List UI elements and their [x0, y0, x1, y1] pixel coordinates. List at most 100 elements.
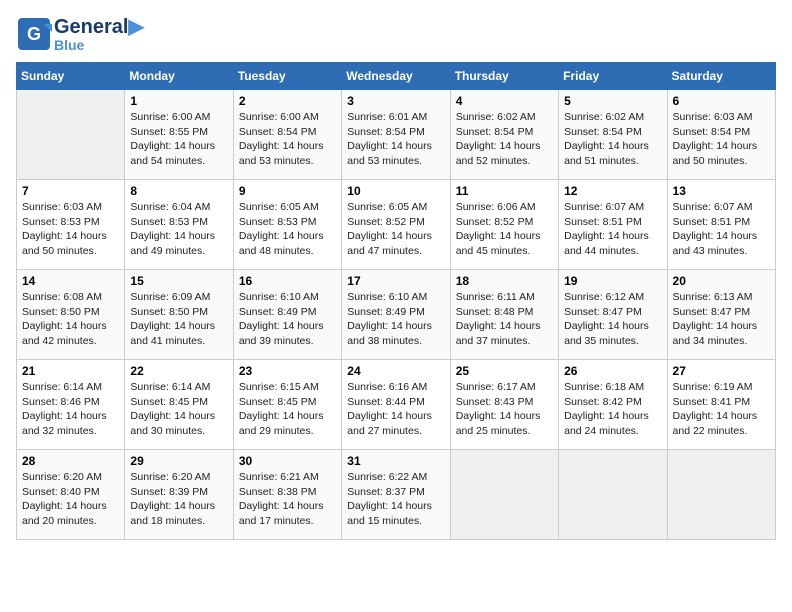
calendar-cell: 4 Sunrise: 6:02 AMSunset: 8:54 PMDaylight… — [450, 90, 558, 180]
col-tuesday: Tuesday — [233, 63, 341, 90]
day-info: Sunrise: 6:14 AMSunset: 8:45 PMDaylight:… — [130, 380, 227, 439]
calendar-cell: 11Sunrise: 6:06 AMSunset: 8:52 PMDayligh… — [450, 180, 558, 270]
day-info: Sunrise: 6:13 AMSunset: 8:47 PMDaylight:… — [673, 290, 770, 349]
day-number: 12 — [564, 184, 661, 198]
day-info: Sunrise: 6:03 AMSunset: 8:54 PMDaylight:… — [673, 110, 770, 169]
calendar-cell: 9Sunrise: 6:05 AMSunset: 8:53 PMDaylight… — [233, 180, 341, 270]
day-number: 18 — [456, 274, 553, 288]
day-number: 26 — [564, 364, 661, 378]
calendar-cell — [17, 90, 125, 180]
day-number: 20 — [673, 274, 770, 288]
col-friday: Friday — [559, 63, 667, 90]
calendar-cell: 14Sunrise: 6:08 AMSunset: 8:50 PMDayligh… — [17, 270, 125, 360]
day-number: 16 — [239, 274, 336, 288]
header-row: Sunday Monday Tuesday Wednesday Thursday… — [17, 63, 776, 90]
day-number: 28 — [22, 454, 119, 468]
day-number: 8 — [130, 184, 227, 198]
day-info: Sunrise: 6:18 AMSunset: 8:42 PMDaylight:… — [564, 380, 661, 439]
day-info: Sunrise: 6:06 AMSunset: 8:52 PMDaylight:… — [456, 200, 553, 259]
day-number: 23 — [239, 364, 336, 378]
day-info: Sunrise: 6:16 AMSunset: 8:44 PMDaylight:… — [347, 380, 444, 439]
logo-text: General▶ — [54, 16, 144, 38]
calendar-cell: 25 Sunrise: 6:17 AMSunset: 8:43 PMDayligh… — [450, 360, 558, 450]
calendar-table: Sunday Monday Tuesday Wednesday Thursday… — [16, 62, 776, 540]
logo-subtext: Blue — [54, 38, 144, 52]
logo-icon: G — [16, 16, 52, 52]
calendar-cell: 22 Sunrise: 6:14 AMSunset: 8:45 PMDayligh… — [125, 360, 233, 450]
day-number: 31 — [347, 454, 444, 468]
day-info: Sunrise: 6:00 AMSunset: 8:55 PMDaylight:… — [130, 110, 227, 169]
svg-text:G: G — [27, 24, 41, 44]
calendar-cell — [450, 450, 558, 540]
calendar-week-row: 7 Sunrise: 6:03 AMSunset: 8:53 PMDaylight… — [17, 180, 776, 270]
day-info: Sunrise: 6:15 AMSunset: 8:45 PMDaylight:… — [239, 380, 336, 439]
day-number: 29 — [130, 454, 227, 468]
day-number: 6 — [673, 94, 770, 108]
col-wednesday: Wednesday — [342, 63, 450, 90]
calendar-cell: 8 Sunrise: 6:04 AMSunset: 8:53 PMDaylight… — [125, 180, 233, 270]
day-info: Sunrise: 6:22 AMSunset: 8:37 PMDaylight:… — [347, 470, 444, 529]
day-number: 3 — [347, 94, 444, 108]
col-sunday: Sunday — [17, 63, 125, 90]
day-info: Sunrise: 6:07 AMSunset: 8:51 PMDaylight:… — [673, 200, 770, 259]
calendar-cell: 26 Sunrise: 6:18 AMSunset: 8:42 PMDayligh… — [559, 360, 667, 450]
calendar-cell: 2 Sunrise: 6:00 AMSunset: 8:54 PMDaylight… — [233, 90, 341, 180]
day-number: 14 — [22, 274, 119, 288]
calendar-cell: 16 Sunrise: 6:10 AMSunset: 8:49 PMDayligh… — [233, 270, 341, 360]
day-info: Sunrise: 6:00 AMSunset: 8:54 PMDaylight:… — [239, 110, 336, 169]
calendar-header: Sunday Monday Tuesday Wednesday Thursday… — [17, 63, 776, 90]
calendar-cell: 10 Sunrise: 6:05 AMSunset: 8:52 PMDayligh… — [342, 180, 450, 270]
day-info: Sunrise: 6:09 AMSunset: 8:50 PMDaylight:… — [130, 290, 227, 349]
calendar-cell: 31 Sunrise: 6:22 AMSunset: 8:37 PMDayligh… — [342, 450, 450, 540]
calendar-cell: 13 Sunrise: 6:07 AMSunset: 8:51 PMDayligh… — [667, 180, 775, 270]
day-info: Sunrise: 6:03 AMSunset: 8:53 PMDaylight:… — [22, 200, 119, 259]
calendar-cell — [667, 450, 775, 540]
col-thursday: Thursday — [450, 63, 558, 90]
page-header: G General▶ Blue — [16, 16, 776, 52]
day-info: Sunrise: 6:07 AMSunset: 8:51 PMDaylight:… — [564, 200, 661, 259]
calendar-cell: 15Sunrise: 6:09 AMSunset: 8:50 PMDayligh… — [125, 270, 233, 360]
calendar-cell: 29 Sunrise: 6:20 AMSunset: 8:39 PMDayligh… — [125, 450, 233, 540]
day-number: 24 — [347, 364, 444, 378]
calendar-cell: 17 Sunrise: 6:10 AMSunset: 8:49 PMDayligh… — [342, 270, 450, 360]
day-info: Sunrise: 6:10 AMSunset: 8:49 PMDaylight:… — [347, 290, 444, 349]
calendar-cell: 6 Sunrise: 6:03 AMSunset: 8:54 PMDaylight… — [667, 90, 775, 180]
day-number: 10 — [347, 184, 444, 198]
calendar-cell: 21Sunrise: 6:14 AMSunset: 8:46 PMDayligh… — [17, 360, 125, 450]
day-info: Sunrise: 6:12 AMSunset: 8:47 PMDaylight:… — [564, 290, 661, 349]
calendar-week-row: 21Sunrise: 6:14 AMSunset: 8:46 PMDayligh… — [17, 360, 776, 450]
day-number: 7 — [22, 184, 119, 198]
calendar-cell: 1 Sunrise: 6:00 AMSunset: 8:55 PMDaylight… — [125, 90, 233, 180]
calendar-cell: 27 Sunrise: 6:19 AMSunset: 8:41 PMDayligh… — [667, 360, 775, 450]
day-info: Sunrise: 6:10 AMSunset: 8:49 PMDaylight:… — [239, 290, 336, 349]
day-number: 17 — [347, 274, 444, 288]
day-info: Sunrise: 6:04 AMSunset: 8:53 PMDaylight:… — [130, 200, 227, 259]
day-number: 27 — [673, 364, 770, 378]
day-number: 5 — [564, 94, 661, 108]
calendar-cell: 30Sunrise: 6:21 AMSunset: 8:38 PMDayligh… — [233, 450, 341, 540]
logo: G General▶ Blue — [16, 16, 144, 52]
day-number: 1 — [130, 94, 227, 108]
day-info: Sunrise: 6:01 AMSunset: 8:54 PMDaylight:… — [347, 110, 444, 169]
day-number: 9 — [239, 184, 336, 198]
calendar-week-row: 1 Sunrise: 6:00 AMSunset: 8:55 PMDaylight… — [17, 90, 776, 180]
calendar-cell: 23 Sunrise: 6:15 AMSunset: 8:45 PMDayligh… — [233, 360, 341, 450]
calendar-cell — [559, 450, 667, 540]
day-info: Sunrise: 6:19 AMSunset: 8:41 PMDaylight:… — [673, 380, 770, 439]
day-info: Sunrise: 6:02 AMSunset: 8:54 PMDaylight:… — [456, 110, 553, 169]
calendar-cell: 7 Sunrise: 6:03 AMSunset: 8:53 PMDaylight… — [17, 180, 125, 270]
day-number: 22 — [130, 364, 227, 378]
day-number: 2 — [239, 94, 336, 108]
day-number: 13 — [673, 184, 770, 198]
day-number: 4 — [456, 94, 553, 108]
col-saturday: Saturday — [667, 63, 775, 90]
calendar-week-row: 28Sunrise: 6:20 AMSunset: 8:40 PMDayligh… — [17, 450, 776, 540]
day-info: Sunrise: 6:05 AMSunset: 8:52 PMDaylight:… — [347, 200, 444, 259]
day-info: Sunrise: 6:17 AMSunset: 8:43 PMDaylight:… — [456, 380, 553, 439]
calendar-week-row: 14Sunrise: 6:08 AMSunset: 8:50 PMDayligh… — [17, 270, 776, 360]
calendar-cell: 18Sunrise: 6:11 AMSunset: 8:48 PMDayligh… — [450, 270, 558, 360]
day-info: Sunrise: 6:20 AMSunset: 8:39 PMDaylight:… — [130, 470, 227, 529]
day-info: Sunrise: 6:21 AMSunset: 8:38 PMDaylight:… — [239, 470, 336, 529]
calendar-cell: 3 Sunrise: 6:01 AMSunset: 8:54 PMDaylight… — [342, 90, 450, 180]
day-number: 25 — [456, 364, 553, 378]
